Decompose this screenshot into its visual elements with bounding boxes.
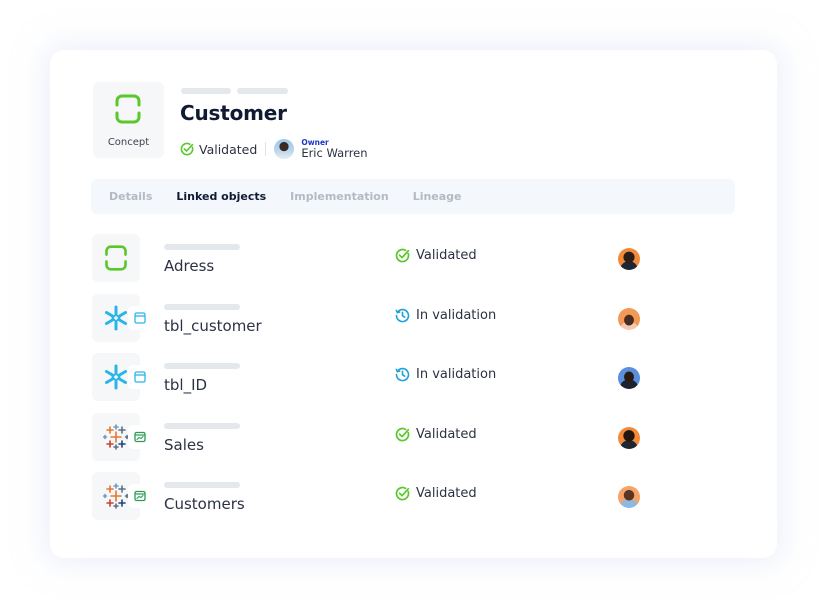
row-placeholder [164,363,240,369]
object-status: Validated [395,427,477,442]
owner-label: Owner [301,137,329,147]
badge [128,484,152,508]
object-status: In validation [395,308,496,323]
linked-object-row[interactable]: Sales Validated [92,413,732,461]
check-circle-icon [180,142,194,156]
linked-object-row[interactable]: Adress Validated [92,234,732,282]
tab-implementation[interactable]: Implementation [290,190,389,203]
object-icon-tile [92,353,152,401]
row-placeholder [164,482,240,488]
row-placeholder [164,304,240,310]
status-label: In validation [416,308,497,323]
object-name[interactable]: tbl_ID [164,376,207,394]
object-status: Validated [395,486,477,501]
concept-type-tile: Concept [93,82,164,158]
tableau-icon [103,483,129,509]
owner-avatar[interactable] [618,308,640,330]
badge [128,425,152,449]
concept-bracket-icon [105,245,127,271]
owner-name[interactable]: Eric Warren [301,147,367,160]
tableau-icon [103,424,129,450]
breadcrumb-placeholder [237,88,288,94]
header-meta: Validated Owner Eric Warren [180,137,368,161]
object-name[interactable]: Sales [164,436,204,454]
badge [128,306,152,330]
divider [265,142,267,156]
owner-avatar[interactable] [618,427,640,449]
concept-bracket-icon [115,94,141,124]
owner-avatar[interactable] [618,486,640,508]
status-label: Validated [416,248,477,263]
dashboard-chart-icon [134,431,146,443]
status-badge: Validated [180,142,257,157]
snowflake-icon [105,364,127,390]
concept-type-label: Concept [107,137,150,148]
owner-avatar[interactable] [618,248,640,270]
page-title: Customer [180,101,287,125]
object-name[interactable]: Customers [164,495,245,513]
history-clock-icon [395,367,410,382]
object-icon-tile [92,413,152,461]
check-circle-icon [395,427,410,442]
concept-card: Concept Customer Validated Owner Eric Wa… [50,50,777,558]
tab-lineage[interactable]: Lineage [413,190,462,203]
status-label: Validated [416,427,477,442]
check-circle-icon [395,486,410,501]
badge [128,365,152,389]
dashboard-chart-icon [134,490,146,502]
table-icon [134,312,146,324]
check-circle-icon [395,248,410,263]
linked-object-row[interactable]: Customers Validated [92,472,732,520]
object-status: In validation [395,367,496,382]
tab-linked-objects[interactable]: Linked objects [176,190,266,203]
status-label: Validated [416,486,477,501]
object-name[interactable]: Adress [164,257,214,275]
object-status: Validated [395,248,477,263]
tab-bar: Details Linked objects Implementation Li… [91,179,735,214]
linked-object-row[interactable]: tbl_customer In validation [92,294,732,342]
snowflake-icon [105,305,127,331]
owner-avatar[interactable] [618,367,640,389]
history-clock-icon [395,308,410,323]
breadcrumb-placeholder [181,88,231,94]
linked-object-row[interactable]: tbl_ID In validation [92,353,732,401]
table-icon [134,371,146,383]
tab-details[interactable]: Details [109,190,152,203]
owner-info: Owner Eric Warren [301,137,367,160]
object-icon-tile [92,472,152,520]
status-label: In validation [416,367,497,382]
object-icon-tile [92,294,152,342]
object-icon-tile [92,234,140,282]
row-placeholder [164,244,240,250]
row-placeholder [164,423,240,429]
status-label: Validated [199,141,258,157]
object-name[interactable]: tbl_customer [164,317,262,335]
owner-avatar[interactable] [274,139,295,159]
